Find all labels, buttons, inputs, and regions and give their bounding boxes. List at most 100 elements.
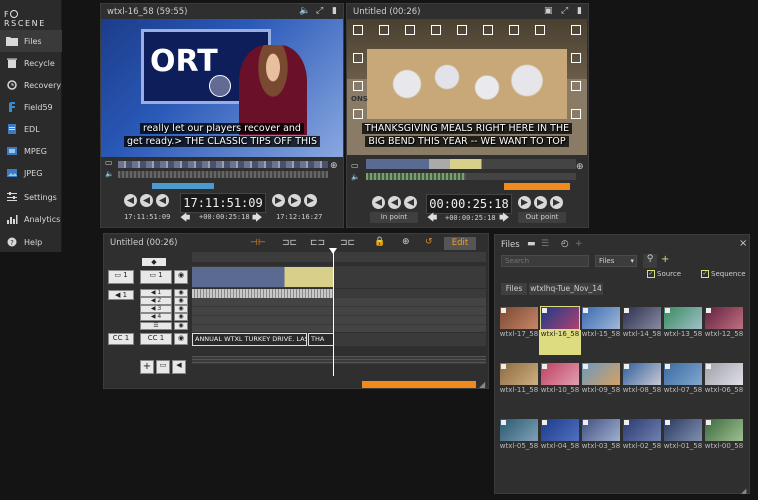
monitor-icon[interactable]: ▭ [156,360,170,374]
eye-icon[interactable]: ◉ [174,305,188,313]
sidebar-item-jpeg[interactable]: JPEG [0,162,62,184]
sidebar-item-mpeg[interactable]: MPEG [0,140,62,162]
clip-label[interactable]: wtxl-12_58 [703,330,745,338]
ripple-tool-icon[interactable]: ⊐⊏ [282,238,297,248]
clip-label[interactable]: wtxl-05_58 [498,442,540,450]
clip-label[interactable]: wtxl-03_58 [580,442,622,450]
clip-label[interactable]: wtxl-01_58 [662,442,704,450]
caption-clip[interactable]: ANNUAL WTXL TURKEY DRIVE. LAS [192,333,307,346]
play-reverse-button[interactable] [404,196,417,209]
clip-label[interactable]: wtxl-11_58 [498,386,540,394]
record-audio-track-toggle[interactable]: ◀ 1 [108,290,134,300]
edit-button[interactable]: Edit [444,237,476,250]
cc-track-header[interactable]: CC 1 [140,333,172,345]
filter-select[interactable]: Files ▾ [595,255,637,267]
volume-icon[interactable]: 🔈 [299,6,310,16]
close-icon[interactable]: × [739,238,747,249]
step-forward-button[interactable] [288,194,301,207]
prev-mark-button[interactable] [372,196,385,209]
eye-icon[interactable]: ◉ [174,289,188,297]
timeline-scroll-bar[interactable] [362,381,476,388]
sidebar-item-recovery[interactable]: Recovery [0,74,62,96]
clip-label[interactable]: wtxl-00_58 [703,442,745,450]
step-back-button[interactable] [140,194,153,207]
volume-icon[interactable]: ◀ [172,360,186,374]
marker-icon[interactable]: ◆ [142,258,166,266]
clip-label[interactable]: wtxl-07_58 [662,386,704,394]
source-out-timecode[interactable]: 17:12:16:27 [276,213,322,221]
clip-label[interactable]: wtxl-16_58 [539,330,581,355]
search-input[interactable] [501,255,589,267]
sidebar-item-field59[interactable]: Field59 [0,96,62,118]
source-checkbox[interactable]: ✓ [647,270,655,278]
trash-icon[interactable]: ▮ [577,6,582,16]
source-timecode[interactable]: 17:11:51:09 [180,193,266,213]
eye-icon[interactable]: ◉ [174,313,188,321]
next-mark-button[interactable] [550,196,563,209]
volume-icon[interactable]: 🔈 [351,173,360,181]
video-track-header[interactable]: ▭ 1 [140,270,172,284]
clip-label[interactable]: wtxl-15_58 [580,330,622,338]
zoom-icon[interactable]: ⊕ [402,237,410,247]
resize-grip-icon[interactable]: ◢ [479,380,485,389]
play-overlay-icon[interactable] [209,75,231,97]
source-video-frame[interactable]: ORT really let our players recover and g… [101,19,343,157]
record-audio-waveform[interactable] [366,173,466,180]
clip-label[interactable]: wtxl-02_58 [621,442,663,450]
lock-icon[interactable]: 🔒 [374,237,385,247]
sidebar-item-recycle[interactable]: Recycle [0,52,62,74]
arrow-left-icon[interactable]: 🡄 [180,211,190,228]
fullscreen-icon[interactable]: ⤢ [561,6,568,16]
record-cc-track-toggle[interactable]: CC 1 [108,333,134,345]
record-video-frame[interactable]: ONS THANKSGIVING MEALS RIGHT HERE IN THE… [347,19,587,155]
fullscreen-icon[interactable]: ⤢ [316,6,323,16]
sidebar-item-edl[interactable]: EDL [0,118,62,140]
clock-icon[interactable]: ◴ [561,239,569,249]
eye-icon[interactable]: ◉ [174,333,188,345]
sidebar-item-files[interactable]: Files [0,30,62,52]
add-track-icon[interactable]: + [140,360,154,374]
source-audio-waveform[interactable] [118,171,328,178]
clip-label[interactable]: wtxl-09_58 [580,386,622,394]
eye-icon[interactable]: ◉ [174,297,188,305]
sidebar-item-settings[interactable]: Settings [0,186,62,208]
playhead[interactable] [333,250,334,376]
files-tab[interactable]: Files [501,240,520,250]
play-button[interactable] [518,196,531,209]
source-in-timecode[interactable]: 17:11:51:09 [124,213,170,221]
clip-label[interactable]: wtxl-08_58 [621,386,663,394]
clip-label[interactable]: wtxl-14_58 [621,330,663,338]
clip-label[interactable]: wtxl-13_58 [662,330,704,338]
record-thumbnail-strip[interactable] [366,159,576,169]
plus-icon[interactable]: + [575,239,583,249]
clip-label[interactable]: wtxl-06_58 [703,386,745,394]
zoom-icon[interactable]: ⊕ [330,161,338,171]
clip-label[interactable]: wtxl-10_58 [539,386,581,394]
prev-mark-button[interactable] [124,194,137,207]
overview-lane[interactable] [192,356,486,364]
audio-track-header-4[interactable]: ◀ 4 [140,313,172,321]
in-point-button[interactable]: In point [370,212,418,223]
list-view-icon[interactable]: ☰ [541,239,549,249]
breadcrumb-root[interactable]: Files [501,283,527,295]
audio-track-header-3[interactable]: ◀ 3 [140,305,172,313]
trim-tool-icon[interactable]: ⊐⊏ [340,238,355,248]
playhead-handle[interactable] [329,248,337,254]
video-clip[interactable] [192,267,334,287]
step-back-button[interactable] [388,196,401,209]
sequence-checkbox[interactable]: ✓ [701,270,709,278]
next-mark-button[interactable] [304,194,317,207]
play-button[interactable] [272,194,285,207]
clip-label[interactable]: wtxl-17_58 [498,330,540,338]
source-progress-bar[interactable] [152,183,214,189]
add-icon[interactable]: + [661,254,669,265]
record-progress-bar[interactable] [504,183,570,190]
audio-clip[interactable] [192,289,334,298]
eye-icon[interactable]: ◉ [174,322,188,330]
breadcrumb-folder[interactable]: wtxlhq-Tue_Nov_14 [529,283,603,295]
folder-icon[interactable]: ▬ [527,239,536,249]
arrow-right-icon[interactable]: 🡆 [252,211,262,228]
source-thumbnail-strip[interactable] [118,161,328,168]
text-track-header[interactable]: ☰ [140,322,172,330]
audio-track-header-2[interactable]: ◀ 2 [140,297,172,305]
